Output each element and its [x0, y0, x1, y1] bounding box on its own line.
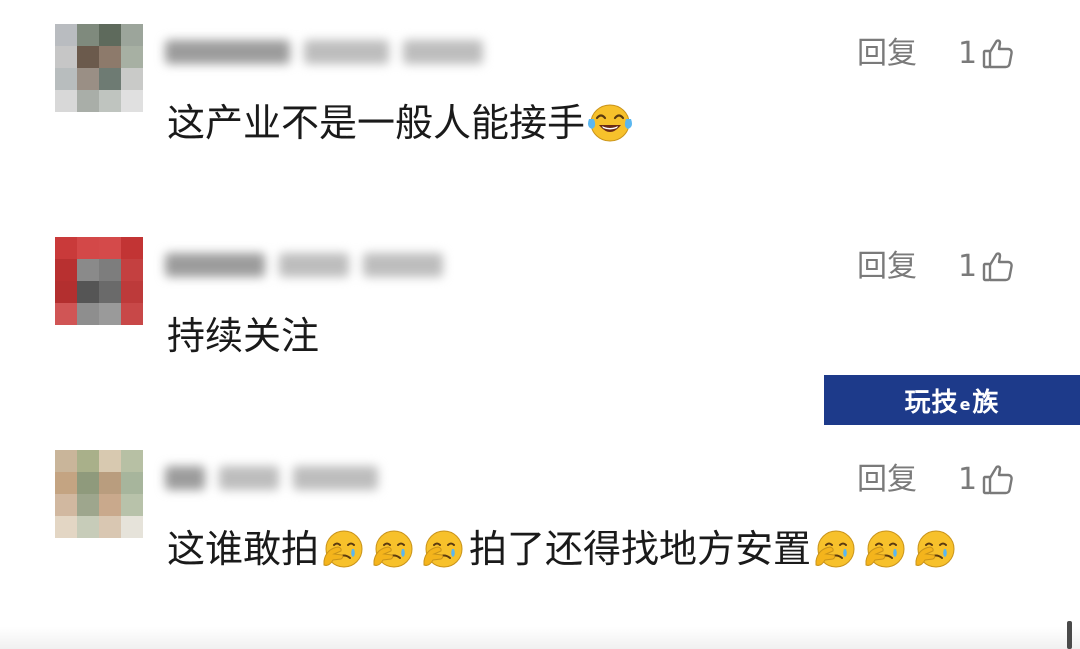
avatar[interactable] — [55, 450, 143, 538]
thumbs-up-icon — [981, 37, 1015, 71]
reply-button[interactable]: 回复 — [857, 462, 917, 498]
comment-text: 这谁敢拍 拍了还得找地方安置 — [167, 524, 961, 574]
reply-button[interactable]: 回复 — [857, 249, 917, 285]
facepalm-emoji — [912, 527, 960, 571]
like-button[interactable]: 1 — [958, 36, 1015, 72]
watermark-text-1: 玩技 — [904, 387, 959, 418]
thumbs-up-icon — [981, 250, 1015, 284]
watermark-text-2: e — [959, 394, 972, 414]
blurred-username — [165, 460, 378, 496]
comment-text-segment: 持续关注 — [167, 314, 320, 358]
blurred-username — [165, 34, 483, 70]
facepalm-emoji — [862, 527, 910, 571]
like-button[interactable]: 1 — [958, 462, 1015, 498]
facepalm-emoji — [812, 527, 860, 571]
reply-button[interactable]: 回复 — [857, 36, 917, 72]
avatar[interactable] — [55, 237, 143, 325]
facepalm-emoji — [420, 527, 468, 571]
like-count: 1 — [958, 36, 978, 71]
scrollbar-thumb[interactable] — [1067, 621, 1072, 649]
watermark-logo: 玩技 e 族 — [824, 375, 1080, 425]
comment-text: 这产业不是一般人能接手 — [167, 98, 635, 148]
like-count: 1 — [958, 462, 978, 497]
tears-of-joy-emoji — [586, 101, 634, 145]
facepalm-emoji — [320, 527, 368, 571]
like-button[interactable]: 1 — [958, 249, 1015, 285]
comment-text-segment: 拍了还得找地方安置 — [469, 527, 812, 571]
comment-text-segment: 这产业不是一般人能接手 — [167, 101, 586, 145]
facepalm-emoji — [370, 527, 418, 571]
watermark-text-3: 族 — [972, 387, 1000, 418]
comment-text-segment: 这谁敢拍 — [167, 527, 320, 571]
like-count: 1 — [958, 249, 978, 284]
blurred-username — [165, 247, 443, 283]
bottom-fade — [0, 627, 1080, 649]
avatar[interactable] — [55, 24, 143, 112]
thumbs-up-icon — [981, 463, 1015, 497]
comment-text: 持续关注 — [167, 311, 319, 361]
